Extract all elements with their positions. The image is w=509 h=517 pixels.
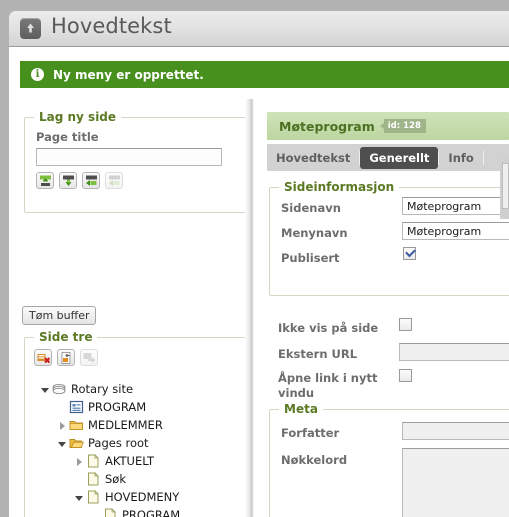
add-page-disabled-icon <box>105 172 123 189</box>
content-list-icon <box>69 400 84 415</box>
paste-node-icon <box>80 349 98 366</box>
publisert-label: Publisert <box>281 251 340 265</box>
info-icon: i <box>31 68 44 81</box>
tab-bar: Hovedtekst Generellt Info <box>267 144 509 171</box>
folder-closed-icon <box>69 418 84 433</box>
ekstern-url-field[interactable] <box>399 343 509 361</box>
tree-node-label: AKTUELT <box>105 454 155 468</box>
publisert-checkbox[interactable] <box>403 247 416 260</box>
apne-link-checkbox[interactable] <box>399 369 412 382</box>
ikke-vis-checkbox[interactable] <box>399 318 412 331</box>
tab-generellt[interactable]: Generellt <box>360 146 439 169</box>
create-page-actions <box>36 172 123 189</box>
tab-hovedtekst[interactable]: Hovedtekst <box>267 147 359 169</box>
tree-node-label: MEDLEMMER <box>88 418 163 432</box>
expand-arrow-icon[interactable] <box>73 455 86 468</box>
page-tree-toolbar <box>34 349 98 366</box>
collapse-arrow-icon[interactable] <box>56 437 69 450</box>
desktop-background-top <box>0 0 509 11</box>
column-divider <box>245 99 254 517</box>
stacked-pages-icon <box>52 382 67 397</box>
page-icon <box>86 489 101 505</box>
tree-node-label: PROGRAM <box>122 508 181 517</box>
scrollbar-thumb[interactable] <box>502 163 509 209</box>
desktop-background-left <box>0 0 9 517</box>
tree-node[interactable]: PROGRAM <box>25 398 233 416</box>
page-icon <box>103 507 118 517</box>
ikke-vis-label: Ikke vis på side <box>278 321 379 335</box>
tree-node[interactable]: HOVEDMENY <box>25 488 233 506</box>
page-id-badge: id: 128 <box>379 119 426 133</box>
page-tree-legend: Side tre <box>34 330 98 344</box>
save-page-icon[interactable] <box>36 172 54 189</box>
sidenavn-field[interactable]: Møteprogram <box>402 197 509 215</box>
nokkelord-label: Nøkkelord <box>281 453 348 467</box>
tree-node-label: Søk <box>105 472 126 486</box>
forfatter-field[interactable] <box>402 422 509 440</box>
delete-node-icon[interactable] <box>34 349 52 366</box>
clear-buffer-button[interactable]: Tøm buffer <box>22 306 97 325</box>
vertical-scrollbar[interactable] <box>500 159 509 219</box>
menynavn-field[interactable]: Møteprogram <box>402 222 509 240</box>
folder-open-icon <box>69 436 84 451</box>
create-page-legend: Lag ny side <box>34 110 122 124</box>
menynavn-label: Menynavn <box>281 226 348 240</box>
tree-node[interactable]: Rotary site <box>25 380 233 398</box>
right-column: Møteprogram id: 128 Hovedtekst Generellt I… <box>254 99 509 517</box>
tree-node-label: HOVEDMENY <box>105 490 180 504</box>
forfatter-label: Forfatter <box>281 426 340 440</box>
selected-page-name: Møteprogram <box>279 118 375 134</box>
page-icon <box>86 471 101 487</box>
cms-window: Hovedtekst i Ny meny er opprettet. Lag n… <box>9 11 509 517</box>
nokkelord-textarea[interactable] <box>402 448 509 517</box>
tree-node-label: Rotary site <box>71 382 134 396</box>
cut-node-icon[interactable] <box>57 349 75 366</box>
page-header: Hovedtekst <box>9 11 509 47</box>
notification-message: Ny meny er opprettet. <box>53 67 204 82</box>
sidenavn-label: Sidenavn <box>281 201 341 215</box>
notification-bar: i Ny meny er opprettet. <box>20 61 509 88</box>
left-column: Lag ny side Page title Tøm buffer Side t… <box>9 99 260 517</box>
page-information-panel: Sideinformasjon Sidenavn Møteprogram Men… <box>269 180 509 296</box>
collapse-arrow-icon[interactable] <box>73 491 86 504</box>
page-icon <box>86 453 101 469</box>
apne-link-label: Åpne link i nytt vindu <box>278 371 378 400</box>
ekstern-url-label: Ekstern URL <box>278 347 358 361</box>
page-information-legend: Sideinformasjon <box>279 180 400 194</box>
page-title: Hovedtekst <box>51 14 172 38</box>
tab-info[interactable]: Info <box>439 147 482 169</box>
tree-node[interactable]: Pages root <box>25 434 233 452</box>
tab-separator <box>482 150 484 165</box>
meta-legend: Meta <box>279 402 323 416</box>
selected-page-header: Møteprogram id: 128 <box>267 112 509 140</box>
tree-node-label: PROGRAM <box>88 400 147 414</box>
tree-node-label: Pages root <box>88 436 149 450</box>
tree-node[interactable]: MEDLEMMER <box>25 416 233 434</box>
tree-node[interactable]: AKTUELT <box>25 452 233 470</box>
page-tree: Rotary site PROGRAM MEDLEMMER Pages root AKT… <box>25 380 233 517</box>
tree-node[interactable]: PROGRAM <box>25 506 233 517</box>
tree-node[interactable]: Søk <box>25 470 233 488</box>
add-page-child-icon[interactable] <box>82 172 100 189</box>
expand-arrow-icon[interactable] <box>56 419 69 432</box>
meta-panel: Meta Forfatter Nøkkelord <box>269 402 509 517</box>
application-window: Hovedtekst i Ny meny er opprettet. Lag n… <box>0 0 509 517</box>
add-page-below-icon[interactable] <box>59 172 77 189</box>
upload-arrow-icon[interactable] <box>20 18 41 39</box>
create-page-panel: Lag ny side Page title <box>24 110 260 213</box>
page-tree-panel: Side tre Rotary site PROGRAM MEDLEMMER P… <box>24 330 260 517</box>
page-title-label: Page title <box>36 130 99 144</box>
page-title-input[interactable] <box>36 148 222 166</box>
collapse-arrow-icon[interactable] <box>39 383 52 396</box>
